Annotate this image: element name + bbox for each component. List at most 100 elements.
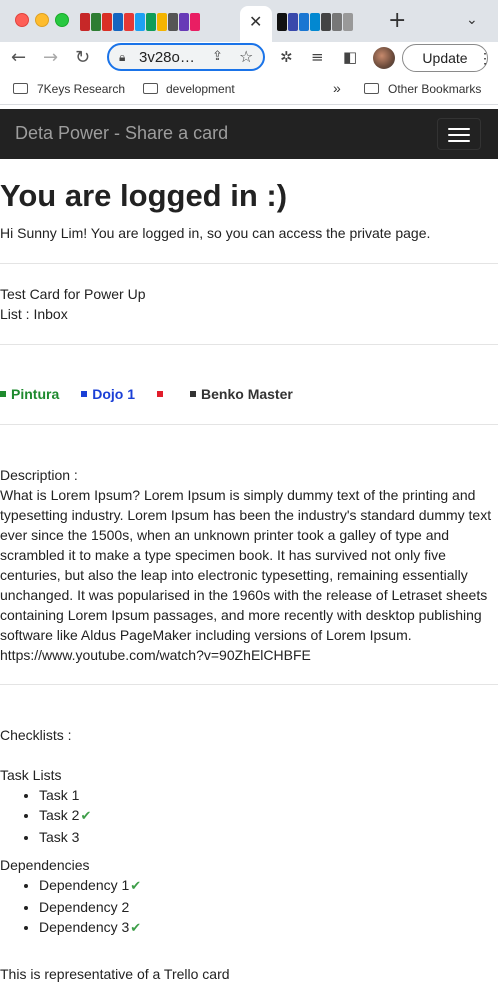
tab-favicon[interactable]: [168, 13, 178, 31]
checklist-item: Task 2✔: [39, 805, 91, 827]
back-arrow-icon[interactable]: ←: [11, 47, 26, 68]
label-pintura: Pintura: [0, 386, 59, 402]
folder-icon: [364, 83, 379, 94]
tab-favicon[interactable]: [277, 13, 287, 31]
tab-favicon[interactable]: [332, 13, 342, 31]
checklist-item: Dependency 2: [39, 897, 141, 917]
tab-favicon[interactable]: [91, 13, 101, 31]
card-labels: Pintura Dojo 1 Benko Master: [0, 384, 315, 404]
reload-icon[interactable]: ↻: [75, 47, 90, 68]
checklist-dependencies: Dependencies Dependency 1✔ Dependency 2 …: [0, 855, 141, 939]
background-tabs: [277, 13, 353, 31]
bookmarks-bar: 7Keys Research development » Other Bookm…: [0, 76, 498, 105]
hamburger-icon: [448, 134, 470, 136]
pinned-tabs: [80, 13, 200, 31]
tab-favicon[interactable]: [146, 13, 156, 31]
tab-favicon[interactable]: [343, 13, 353, 31]
tab-favicon[interactable]: [179, 13, 189, 31]
site-navbar: Deta Power - Share a card: [0, 109, 498, 159]
checklist-item-text: Task 1: [39, 787, 80, 803]
footer-text: This is representative of a Trello card: [0, 966, 230, 982]
divider: [0, 424, 498, 425]
tab-favicon[interactable]: [113, 13, 123, 31]
tab-search-chevron-icon[interactable]: ⌄: [466, 12, 478, 28]
task-list: Task 1 Task 2✔ Task 3: [0, 785, 91, 847]
media-control-icon[interactable]: ≡: [311, 48, 324, 66]
close-tab-icon[interactable]: ✕: [249, 12, 262, 31]
close-window-button[interactable]: [15, 13, 29, 27]
label-red: [157, 391, 168, 397]
checklist-title: Dependencies: [0, 857, 90, 873]
tab-favicon[interactable]: [190, 13, 200, 31]
checklist-item: Task 1: [39, 785, 91, 805]
divider: [0, 344, 498, 345]
divider: [0, 684, 498, 685]
tab-favicon[interactable]: [102, 13, 112, 31]
card-list: List : Inbox: [0, 306, 68, 322]
checklists-label: Checklists :: [0, 727, 72, 743]
label-dojo-1: Dojo 1: [81, 386, 135, 402]
url-text[interactable]: 3v28o…: [139, 49, 195, 66]
tab-favicon[interactable]: [310, 13, 320, 31]
navbar-brand[interactable]: Deta Power - Share a card: [15, 123, 228, 144]
tab-favicon[interactable]: [157, 13, 167, 31]
tab-favicon[interactable]: [288, 13, 298, 31]
tab-strip: ✕ + ⌄: [0, 0, 498, 42]
checklist-item-text: Task 2: [39, 807, 80, 823]
tab-favicon[interactable]: [124, 13, 134, 31]
lock-icon[interactable]: 🔒︎: [119, 50, 125, 65]
update-label: Update: [422, 50, 468, 66]
share-icon[interactable]: ⇪: [212, 49, 223, 64]
folder-icon: [13, 83, 28, 94]
page-title: You are logged in :): [0, 178, 288, 213]
browser-toolbar: ← → ↻ 🔒︎ 3v28o… ⇪ ☆ ✲ ≡ ◧ Update ⋮: [0, 42, 498, 76]
checkmark-icon: ✔: [80, 809, 92, 824]
bookmark-other-bookmarks[interactable]: Other Bookmarks: [388, 82, 481, 96]
tab-favicon[interactable]: [135, 13, 145, 31]
label-color-swatch: [157, 391, 164, 397]
greeting-text: Hi Sunny Lim! You are logged in, so you …: [0, 225, 431, 241]
hamburger-icon: [448, 140, 470, 142]
folder-icon: [143, 83, 158, 94]
checklist-item: Dependency 1✔: [39, 875, 141, 897]
update-button[interactable]: Update ⋮: [402, 44, 492, 72]
checkmark-icon: ✔: [130, 921, 142, 936]
checklist-title: Task Lists: [0, 767, 62, 783]
bookmarks-overflow-chevron[interactable]: »: [333, 80, 341, 96]
new-tab-icon[interactable]: +: [388, 8, 406, 33]
tab-favicon[interactable]: [80, 13, 90, 31]
address-bar[interactable]: 🔒︎ 3v28o… ⇪ ☆: [107, 43, 265, 71]
label-color-swatch: [0, 391, 6, 397]
card-name: Test Card for Power Up: [0, 286, 146, 302]
label-benko-master: Benko Master: [190, 386, 293, 402]
hamburger-icon: [448, 128, 470, 130]
label-text: Benko Master: [201, 386, 293, 402]
tab-favicon[interactable]: [321, 13, 331, 31]
maximize-window-button[interactable]: [55, 13, 69, 27]
profile-avatar[interactable]: [373, 47, 395, 69]
minimize-window-button[interactable]: [35, 13, 49, 27]
dependency-list: Dependency 1✔ Dependency 2 Dependency 3✔: [0, 875, 141, 939]
checklist-item-text: Dependency 3: [39, 919, 130, 935]
description-link: https://www.youtube.com/watch?v=90ZhElCH…: [0, 647, 311, 663]
label-color-swatch: [190, 391, 197, 397]
bookmark-star-icon[interactable]: ☆: [239, 47, 253, 66]
description-label: Description :: [0, 467, 78, 483]
checklist-tasks: Task Lists Task 1 Task 2✔ Task 3: [0, 765, 91, 847]
more-menu-icon[interactable]: ⋮: [478, 45, 492, 71]
checklist-item-text: Task 3: [39, 829, 80, 845]
navbar-toggle-button[interactable]: [437, 118, 481, 150]
forward-arrow-icon[interactable]: →: [43, 47, 58, 68]
bookmark-development[interactable]: development: [166, 82, 235, 96]
tab-favicon[interactable]: [299, 13, 309, 31]
side-panel-icon[interactable]: ◧: [343, 48, 357, 66]
label-text: Dojo 1: [92, 386, 136, 402]
bookmark-7keys-research[interactable]: 7Keys Research: [37, 82, 125, 96]
divider: [0, 263, 498, 264]
checklist-item-text: Dependency 1: [39, 877, 130, 893]
checkmark-icon: ✔: [130, 879, 142, 894]
extensions-puzzle-icon[interactable]: ✲: [280, 48, 293, 66]
label-color-swatch: [81, 391, 88, 397]
checklist-item: Dependency 3✔: [39, 917, 141, 939]
description-text: What is Lorem Ipsum? Lorem Ipsum is simp…: [0, 487, 492, 643]
